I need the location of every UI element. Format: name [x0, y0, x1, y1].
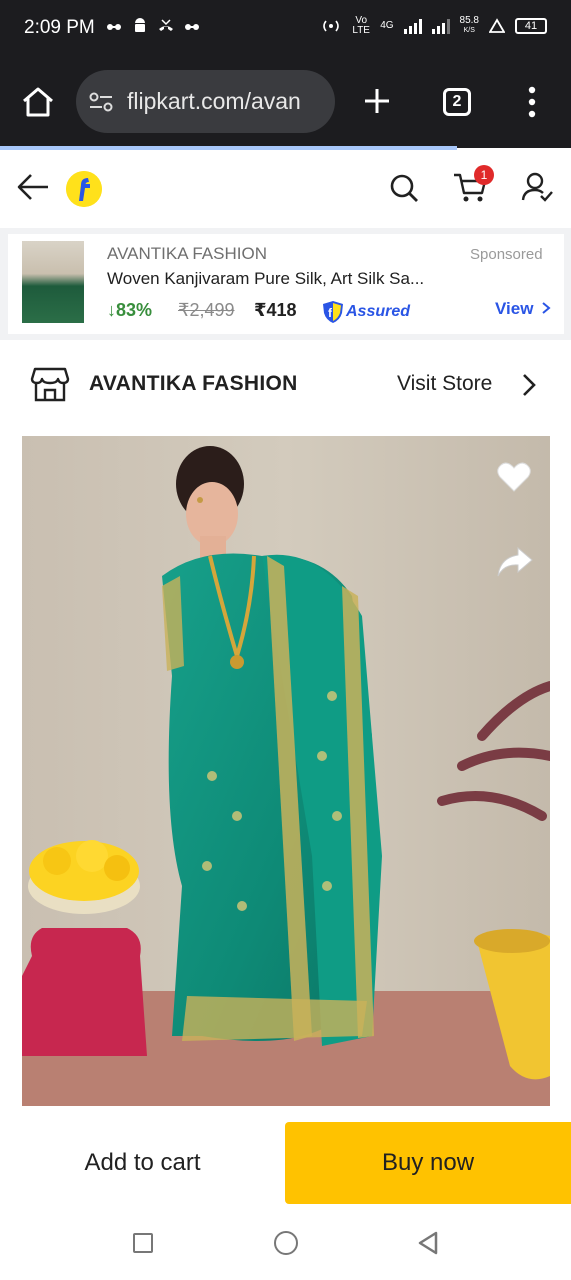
- assured-shield-icon: f: [323, 301, 343, 323]
- ad-price: ₹418: [254, 300, 297, 320]
- account-icon[interactable]: [520, 170, 554, 204]
- sponsored-label: Sponsored: [470, 246, 543, 263]
- glasses-icon: [107, 24, 121, 30]
- missed-call-icon: [159, 19, 173, 31]
- back-arrow-icon[interactable]: [16, 172, 50, 202]
- share-icon[interactable]: [496, 544, 534, 580]
- assured-badge: f Assured: [322, 300, 410, 324]
- system-indicators: Vo LTE 4G 85.8 K/S 41: [320, 16, 547, 36]
- battery-icon: 41: [515, 18, 547, 34]
- home-circle-icon[interactable]: [274, 1231, 298, 1255]
- buy-now-button[interactable]: Buy now: [285, 1122, 571, 1204]
- store-icon: [30, 367, 70, 402]
- speed-indicator: 85.8 K/S: [460, 16, 479, 36]
- network-gen: 4G: [380, 20, 394, 31]
- flipkart-logo-icon[interactable]: [66, 171, 102, 207]
- ad-product-thumbnail[interactable]: [22, 241, 84, 323]
- volte-label: Vo LTE: [352, 15, 370, 36]
- add-to-cart-button[interactable]: Add to cart: [0, 1122, 285, 1204]
- tab-switcher-button[interactable]: 2: [443, 88, 471, 116]
- ad-product-title[interactable]: Woven Kanjivaram Pure Silk, Art Silk Sa.…: [107, 269, 424, 289]
- saree-photo: [22, 436, 550, 1106]
- view-label: View: [495, 299, 534, 318]
- speed-unit: K/S: [463, 27, 475, 34]
- chevron-right-icon: [542, 302, 551, 314]
- more-options-icon[interactable]: [527, 86, 537, 118]
- back-triangle-icon[interactable]: [416, 1230, 440, 1256]
- home-icon[interactable]: [20, 84, 56, 120]
- glasses-icon: [185, 24, 199, 30]
- signal-icon: [403, 18, 422, 34]
- ad-discount: ↓83%: [107, 300, 153, 320]
- url-text[interactable]: flipkart.com/avan: [127, 88, 327, 115]
- product-image[interactable]: [22, 436, 550, 1106]
- android-icon: [135, 18, 145, 32]
- visit-store-link[interactable]: Visit Store: [397, 372, 492, 396]
- speed-value: 85.8: [459, 15, 479, 26]
- ad-brand: AVANTIKA FASHION: [107, 244, 267, 263]
- status-time: 2:09 PM: [24, 17, 95, 38]
- site-settings-icon[interactable]: [88, 91, 114, 113]
- cart-count-badge: 1: [474, 165, 494, 185]
- store-name[interactable]: AVANTIKA FASHION: [89, 372, 298, 396]
- recent-apps-icon[interactable]: [133, 1233, 153, 1253]
- search-icon[interactable]: [388, 172, 420, 204]
- ad-view-link[interactable]: View: [495, 299, 553, 319]
- assured-label: Assured: [346, 303, 411, 320]
- notification-icons: [106, 18, 200, 34]
- chevron-right-icon[interactable]: [520, 372, 538, 398]
- alert-triangle-icon: [489, 18, 505, 33]
- signal-icon: [431, 18, 450, 34]
- status-bar: 2:09 PM Vo LTE 4G 85.8 K/S 41: [0, 0, 571, 58]
- ad-original-price: ₹2,499: [178, 300, 235, 320]
- hotspot-icon: [323, 20, 339, 32]
- wishlist-heart-icon[interactable]: [496, 460, 532, 494]
- new-tab-icon[interactable]: [362, 86, 392, 116]
